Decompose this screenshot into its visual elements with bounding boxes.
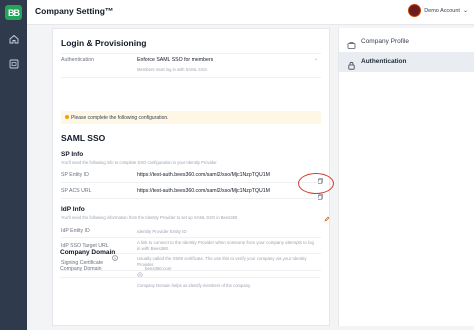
highlight-circle — [298, 173, 334, 194]
lock-icon — [347, 57, 356, 70]
sp-acs-value: https://test-auth.bees360.com/saml2/sso/… — [137, 188, 270, 194]
domain-help: Company Domain helps us identify members… — [137, 283, 251, 288]
idp-entity-label: IdP Entity ID — [61, 228, 90, 234]
page-title: Company Setting™ — [35, 6, 114, 16]
warning-icon — [65, 115, 69, 119]
nav-company-profile-label: Company Profile — [361, 38, 410, 45]
domain-section-title: Company Domain — [60, 249, 116, 256]
domain-input[interactable]: bees360.com — [145, 266, 171, 271]
divider — [61, 53, 321, 54]
edit-icon[interactable] — [324, 209, 329, 222]
avatar[interactable] — [408, 4, 422, 17]
chevron-down-icon[interactable]: ⌄ — [314, 56, 318, 62]
sp-entity-value: https://test-auth.bees360.com/saml2/sso/… — [137, 172, 270, 178]
divider — [61, 198, 321, 199]
login-section-title: Login & Provisioning — [61, 38, 147, 48]
company-profile-icon — [347, 37, 356, 49]
sp-info-title: SP Info — [61, 151, 84, 158]
globe-icon — [137, 265, 143, 278]
saml-section-title: SAML SSO — [61, 133, 106, 143]
nav-company-profile[interactable]: Company Profile — [339, 32, 474, 52]
auth-label: Authentication — [61, 57, 94, 63]
warning-text: Please complete the following configurat… — [71, 114, 169, 121]
sp-acs-label: SP ACS URL — [61, 188, 92, 194]
nav-authentication[interactable]: Authentication — [339, 52, 474, 72]
idp-info-help: You'll need the following information fr… — [61, 215, 239, 220]
account-menu[interactable]: Demo Account ⌄ — [408, 4, 468, 17]
settings-card: Login & Provisioning Authentication Enfo… — [52, 28, 330, 326]
app-logo[interactable]: BB — [5, 5, 22, 20]
divider — [61, 182, 321, 183]
divider — [60, 277, 320, 278]
sp-info-help: You'll need the following info to comple… — [61, 160, 218, 165]
divider — [61, 77, 321, 78]
divider — [61, 237, 321, 238]
warning-banner: Please complete the following configurat… — [61, 111, 321, 124]
idp-target-input[interactable]: A link to connect to the Identity Provid… — [137, 240, 317, 252]
chevron-down-icon[interactable]: ⌄ — [463, 7, 468, 14]
info-icon[interactable] — [112, 248, 118, 261]
account-label[interactable]: Demo Account — [424, 8, 460, 14]
nav-authentication-label: Authentication — [361, 58, 407, 65]
top-bar: Company Setting™ Demo Account ⌄ — [27, 0, 474, 25]
domain-label: Company Domain — [60, 266, 102, 272]
auth-help: Members must log in with SAML SSO. — [137, 67, 209, 72]
settings-nav: Company Profile Authentication — [338, 28, 474, 326]
sidebar: BB — [0, 0, 27, 330]
sp-entity-label: SP Entity ID — [61, 172, 89, 178]
settings-icon[interactable] — [8, 58, 19, 69]
auth-select[interactable]: Enforce SAML SSO for members — [137, 57, 213, 63]
idp-info-title: IdP Info — [61, 206, 85, 213]
idp-entity-input[interactable]: Identity Provider Entity ID — [137, 229, 187, 234]
home-icon[interactable] — [8, 33, 19, 44]
